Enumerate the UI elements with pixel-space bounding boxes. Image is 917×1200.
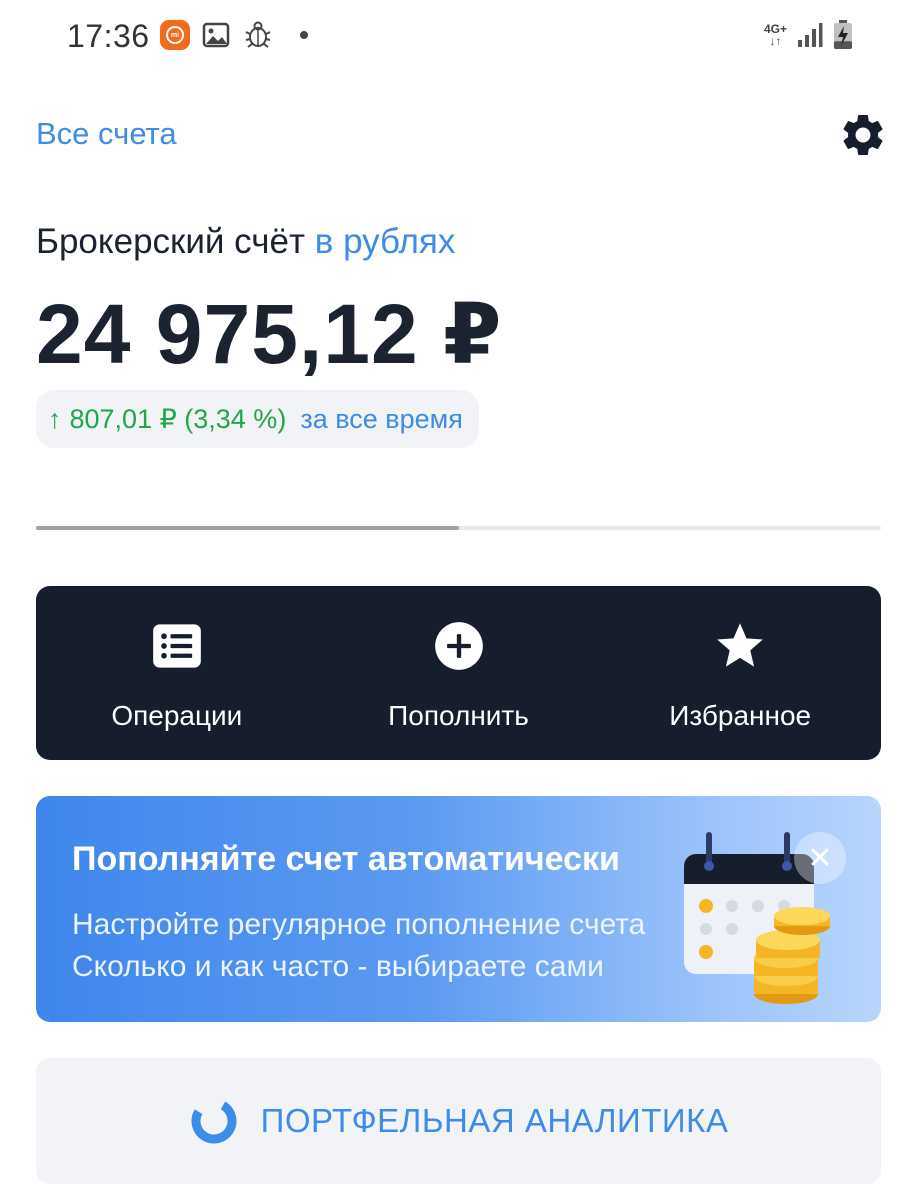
star-icon [717,623,763,667]
change-value: 807,01 ₽ (3,34 %) [69,403,287,434]
calendar-coins-illustration [684,832,830,1004]
list-icon [152,624,201,668]
status-time: 17:36 [67,18,150,54]
gallery-icon [202,22,230,48]
more-notifications-dot [300,31,308,39]
account-title[interactable]: Брокерский счёт в рублях [36,222,455,262]
auto-topup-promo-banner[interactable]: Пополняйте счет автоматически Настройте … [36,796,881,1022]
change-period[interactable]: за все время [300,404,463,435]
network-type-label: 4G+ ↓↑ [763,22,787,48]
battery-charging-icon [834,20,852,49]
pager-active-segment [36,526,459,530]
quick-actions-panel: Операции Пополнить Избранное [36,586,881,760]
portfolio-analytics-label: ПОРТФЕЛЬНАЯ АНАЛИТИКА [260,1102,729,1139]
plus-circle-icon [434,622,483,670]
promo-title: Пополняйте счет автоматически [72,840,620,878]
account-type: Брокерский счёт [36,222,306,261]
bug-icon [245,21,271,48]
favorites-button[interactable]: Избранное [599,586,881,760]
system-status-icons: 4G+ ↓↑ [764,20,853,50]
operations-label: Операции [111,700,243,731]
donut-chart-icon [191,1098,237,1144]
account-balance: 24 975,12 ₽ [36,287,503,381]
balance-change-pill[interactable]: ↑ 807,01 ₽ (3,34 %) за все время [36,390,479,448]
top-up-label: Пополнить [388,700,529,731]
top-up-button[interactable]: Пополнить [318,586,600,760]
notification-icons: mi [160,20,308,50]
favorites-label: Избранное [669,700,812,731]
status-bar: 17:36 mi 4G+ ↓↑ [0,0,917,76]
operations-button[interactable]: Операции [36,586,318,760]
signal-icon [798,23,823,47]
mi-app-icon: mi [160,20,190,50]
promo-text-line-2: Сколько и как часто - выбираете сами [72,950,604,983]
portfolio-analytics-button[interactable]: ПОРТФЕЛЬНАЯ АНАЛИТИКА [36,1058,881,1184]
promo-text-line-1: Настройте регулярное пополнение счета [72,908,646,941]
arrow-up-icon: ↑ [48,403,62,434]
close-icon[interactable]: ✕ [794,832,846,884]
all-accounts-link[interactable]: Все счета [36,116,177,152]
account-currency: в рублях [314,222,456,261]
gear-icon[interactable] [838,110,888,160]
account-pager-indicator [36,526,881,530]
